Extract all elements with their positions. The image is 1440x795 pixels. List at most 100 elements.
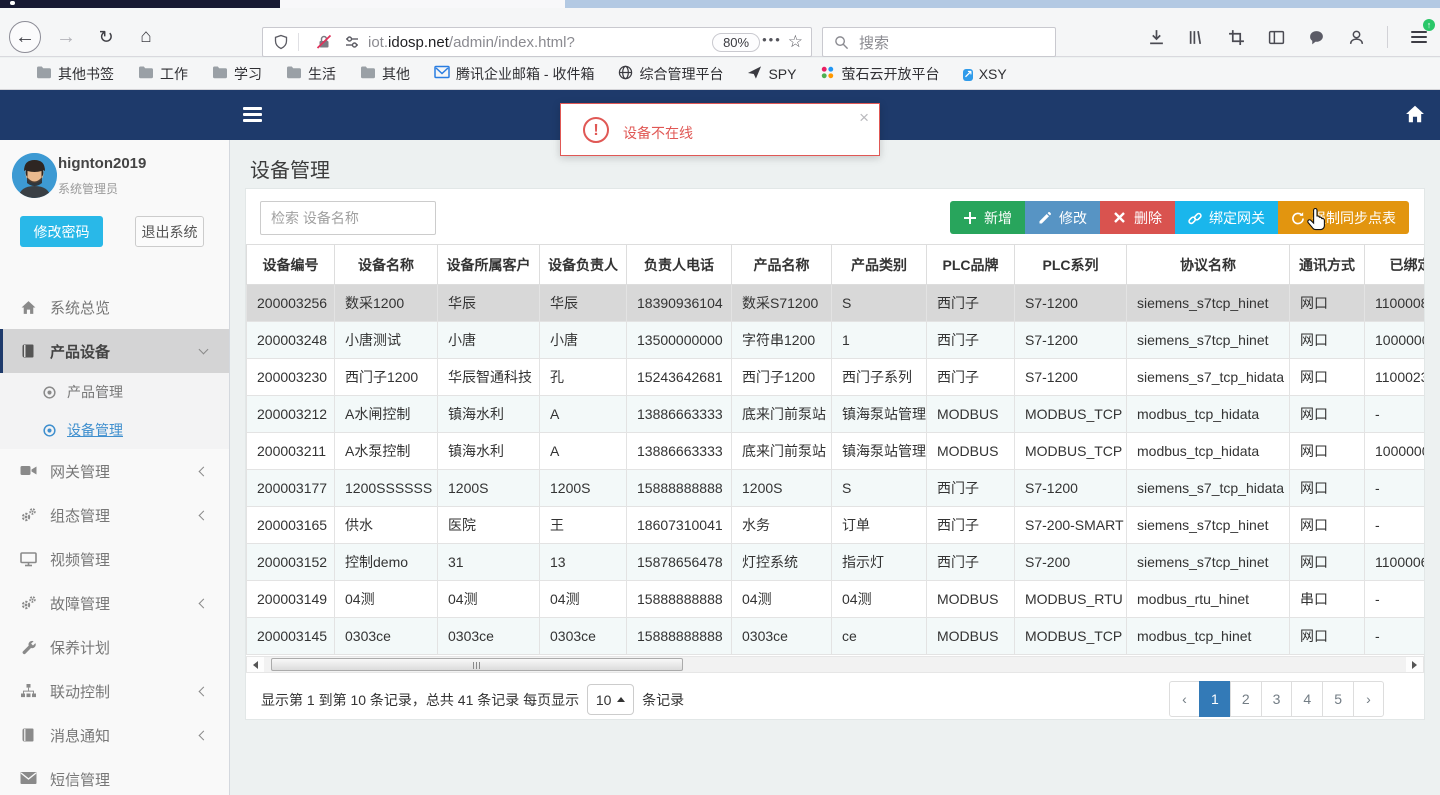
library-icon[interactable] bbox=[1187, 28, 1205, 46]
table-row[interactable]: 200003165 供水 医院王 18607310041 水务 订单 西门子 S7-200-S… bbox=[246, 506, 1424, 544]
download-icon[interactable] bbox=[1147, 28, 1165, 46]
table-cell: A bbox=[539, 432, 627, 470]
plus-icon bbox=[963, 211, 977, 225]
sidebar: hignton2019 系统管理员 修改密码 退出系统 系统总览 产品设备 产品管理… bbox=[0, 140, 230, 795]
table-row[interactable]: 200003230 西门子1200 华辰智通科技孔 15243642681 西门子120… bbox=[246, 358, 1424, 396]
pocket-chat-icon[interactable] bbox=[1307, 28, 1325, 46]
insecure-lock-icon[interactable] bbox=[314, 32, 334, 52]
screenshot-icon[interactable] bbox=[1227, 28, 1245, 46]
device-search-input[interactable] bbox=[260, 201, 436, 235]
menu-hamburger-icon[interactable]: ↑ bbox=[1410, 19, 1435, 46]
sidebar-item-video[interactable]: 视频管理 bbox=[0, 537, 229, 581]
table-cell: 0303ce bbox=[437, 617, 540, 655]
alert-close-icon[interactable]: × bbox=[859, 108, 869, 128]
table-row[interactable]: 200003152 控制demo 31 13 15878656478 灯控系统 指示灯 西门子… bbox=[246, 543, 1424, 581]
reload-button[interactable]: ↻ bbox=[90, 21, 122, 53]
monitor-icon bbox=[20, 551, 37, 568]
table-row[interactable]: 200003211 A水泵控制 镇海水利 A 13886663333 底来门前泵站 镇海泵站… bbox=[246, 432, 1424, 470]
caret-up-icon bbox=[617, 697, 626, 702]
shield-icon[interactable] bbox=[271, 32, 291, 52]
edit-button[interactable]: 修改 bbox=[1025, 201, 1100, 234]
table-row[interactable]: 200003149 04测 04测 04测 15888888888 04测 04测 MODBU… bbox=[246, 580, 1424, 618]
bookmark-star-icon[interactable]: ☆ bbox=[788, 32, 803, 52]
app-home-icon[interactable] bbox=[1404, 103, 1426, 128]
sidebar-item-gateway[interactable]: 网关管理 bbox=[0, 449, 229, 493]
column-header: PLC品牌 bbox=[926, 244, 1015, 285]
table-cell: 西门子1200 bbox=[334, 358, 438, 396]
browser-search-box[interactable]: 搜索 bbox=[822, 27, 1056, 57]
pagination-page-5[interactable]: 5 bbox=[1322, 681, 1354, 717]
table-cell: A bbox=[539, 395, 627, 433]
delete-button[interactable]: 删除 bbox=[1100, 201, 1175, 234]
force-sync-button[interactable]: 强制同步点表 bbox=[1278, 201, 1409, 234]
sidebar-item-product-mgmt[interactable]: 产品管理 bbox=[0, 373, 229, 411]
table-row[interactable]: 200003248 小唐测试 小唐 小唐 13500000000 字符串1200 1 西门子 S… bbox=[246, 321, 1424, 359]
avatar[interactable] bbox=[12, 153, 57, 198]
bookmark-item[interactable]: 腾讯企业邮箱 - 收件箱 bbox=[434, 64, 594, 84]
table-row[interactable]: 200003256 数采1200 华辰 华辰 18390936104 数采S71200 S 西… bbox=[246, 284, 1424, 322]
scroll-left-arrow[interactable] bbox=[247, 657, 264, 672]
forward-button[interactable]: → bbox=[50, 21, 82, 53]
sidebar-item-message[interactable]: 消息通知 bbox=[0, 713, 229, 757]
tab-dot bbox=[10, 1, 15, 5]
sidebar-toggle-icon[interactable] bbox=[1267, 28, 1285, 46]
horizontal-scrollbar[interactable] bbox=[246, 656, 1424, 673]
chevron-down-icon bbox=[198, 344, 209, 355]
bookmark-item[interactable]: 工作 bbox=[138, 64, 188, 84]
table-row[interactable]: 200003212 A水闸控制 镇海水利 A 13886663333 底来门前泵站 镇海泵站… bbox=[246, 395, 1424, 433]
sidebar-item-scada[interactable]: 组态管理 bbox=[0, 493, 229, 537]
bookmark-item[interactable]: 其他 bbox=[360, 64, 410, 84]
bookmark-item[interactable]: 萤石云开放平台 bbox=[820, 64, 939, 84]
table-cell: 小唐 bbox=[437, 321, 540, 359]
sidebar-collapse-icon[interactable] bbox=[243, 107, 262, 122]
sidebar-item-fault[interactable]: 故障管理 bbox=[0, 581, 229, 625]
active-tab[interactable] bbox=[0, 0, 280, 8]
url-bar[interactable]: iot.idosp.net/admin/index.html? 80% ••• … bbox=[262, 27, 812, 57]
sidebar-item-overview[interactable]: 系统总览 bbox=[0, 285, 229, 329]
browser-home-button[interactable]: ⌂ bbox=[130, 21, 162, 53]
bookmark-label: 其他 bbox=[382, 65, 410, 82]
bookmark-item[interactable]: SPY bbox=[747, 65, 796, 83]
bind-gateway-button[interactable]: 绑定网关 bbox=[1175, 201, 1278, 234]
change-password-button[interactable]: 修改密码 bbox=[20, 216, 103, 247]
bookmark-item[interactable]: 综合管理平台 bbox=[618, 64, 723, 84]
zoom-level-badge[interactable]: 80% bbox=[712, 32, 761, 52]
table-row[interactable]: 200003177 1200SSSSSS 1200S 1200S 15888888888… bbox=[246, 469, 1424, 507]
sidebar-menu: 系统总览 产品设备 产品管理 设备管理 网关管理组态管理视频管理 故障管理 保养计划 联动控制… bbox=[0, 285, 229, 795]
add-button[interactable]: 新增 bbox=[950, 201, 1025, 234]
sidebar-item-product-device[interactable]: 产品设备 bbox=[0, 329, 229, 373]
sidebar-item-maintenance[interactable]: 保养计划 bbox=[0, 625, 229, 669]
permissions-icon[interactable] bbox=[342, 32, 362, 52]
sidebar-item-label: 组态管理 bbox=[50, 507, 111, 525]
bookmark-item[interactable]: 其他书签 bbox=[36, 64, 114, 84]
url-text[interactable]: iot.idosp.net/admin/index.html? bbox=[368, 34, 575, 51]
bookmark-item[interactable]: ↗ XSY bbox=[963, 65, 1007, 83]
table-cell: 网口 bbox=[1289, 284, 1365, 322]
pagination-prev[interactable]: ‹ bbox=[1169, 681, 1201, 717]
back-button[interactable]: ← bbox=[9, 21, 41, 53]
pagination-next[interactable]: › bbox=[1353, 681, 1384, 717]
page-size-dropdown[interactable]: 10 bbox=[587, 684, 635, 715]
table-cell: 底来门前泵站 bbox=[731, 395, 832, 433]
sidebar-item-device-mgmt[interactable]: 设备管理 bbox=[0, 411, 229, 449]
table-row[interactable]: 200003145 0303ce 0303ce 0303ce 15888888888 03… bbox=[246, 617, 1424, 655]
table-cell: 200003149 bbox=[246, 580, 335, 618]
pagination-page-1[interactable]: 1 bbox=[1199, 681, 1231, 717]
pagination-page-3[interactable]: 3 bbox=[1260, 681, 1293, 717]
account-icon[interactable] bbox=[1347, 28, 1365, 46]
scrollbar-thumb[interactable] bbox=[271, 658, 683, 671]
table-cell: 0303ce bbox=[731, 617, 832, 655]
logout-button[interactable]: 退出系统 bbox=[135, 216, 204, 247]
inactive-tab[interactable] bbox=[280, 0, 565, 8]
pagination-page-2[interactable]: 2 bbox=[1229, 681, 1262, 717]
table-cell: 网口 bbox=[1289, 617, 1365, 655]
page-actions-icon[interactable]: ••• bbox=[762, 32, 782, 47]
pagination-page-4[interactable]: 4 bbox=[1291, 681, 1324, 717]
bookmark-item[interactable]: 生活 bbox=[286, 64, 336, 84]
table-cell: 西门子 bbox=[926, 543, 1015, 581]
scroll-right-arrow[interactable] bbox=[1406, 657, 1423, 672]
sidebar-item-sms[interactable]: 短信管理 bbox=[0, 757, 229, 795]
bookmark-item[interactable]: 学习 bbox=[212, 64, 262, 84]
table-cell: 15878656478 bbox=[626, 543, 732, 581]
sidebar-item-linkage[interactable]: 联动控制 bbox=[0, 669, 229, 713]
